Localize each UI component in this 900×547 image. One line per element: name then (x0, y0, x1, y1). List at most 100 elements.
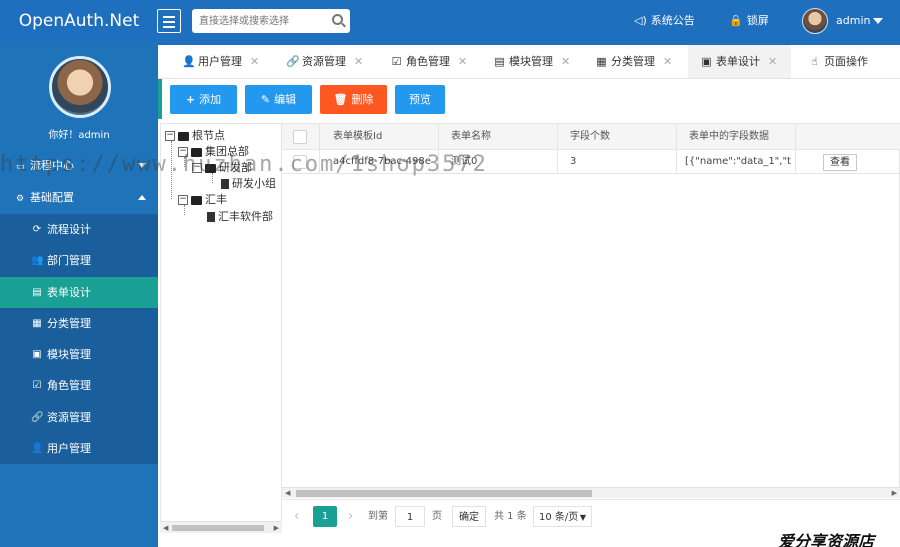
sidebar-item-label: 资源管理 (47, 410, 91, 424)
table-horizontal-scrollbar[interactable]: ◀ ▶ (282, 487, 900, 498)
search-box[interactable] (192, 9, 350, 33)
tab-label: 分类管理 (611, 55, 655, 68)
hand-pointer-icon: ☝ (811, 55, 818, 68)
tree-node-hsbc[interactable]: − 汇丰 (178, 192, 227, 208)
tab-label: 表单设计 (716, 55, 760, 68)
column-header-form-name[interactable]: 表单名称 (439, 124, 558, 150)
scroll-left-icon[interactable]: ◀ (163, 524, 168, 532)
user-icon: 👤 (31, 443, 44, 455)
sidebar-group-basic-config[interactable]: ⚙ 基础配置 (0, 182, 158, 214)
sidebar-item-modules[interactable]: ▣ 模块管理 (0, 339, 158, 370)
tree-node-label: 研发部 (219, 161, 252, 174)
scroll-left-icon[interactable]: ◀ (285, 489, 290, 497)
tab-form-design[interactable]: ▣ 表单设计 ✕ (688, 45, 792, 78)
collapse-toggle[interactable]: − (178, 195, 188, 205)
column-header-field-count[interactable]: 字段个数 (558, 124, 677, 150)
pencil-icon: ✎ (260, 93, 271, 106)
edit-button[interactable]: ✎ 编辑 (245, 85, 312, 114)
tab-roles[interactable]: ☑ 角色管理 ✕ (390, 45, 468, 78)
confirm-page-button[interactable]: 确定 (452, 506, 486, 527)
toolbar: + 添加 ✎ 编辑 🗑 删除 预览 (158, 79, 900, 119)
add-button[interactable]: + 添加 (170, 85, 237, 114)
sidebar-item-flow-design[interactable]: ⟳ 流程设计 (0, 214, 158, 245)
scroll-right-icon[interactable]: ▶ (892, 489, 897, 497)
notice-button[interactable]: ◁) 系统公告 (634, 0, 695, 42)
sidebar-item-roles[interactable]: ☑ 角色管理 (0, 370, 158, 401)
scrollbar-thumb[interactable] (296, 490, 592, 497)
tree-node-rd[interactable]: − 研发部 (192, 160, 252, 176)
sidebar-group-flow-center[interactable]: ▭ 流程中心 (0, 150, 158, 182)
trash-icon: 🗑 (333, 93, 348, 106)
close-icon[interactable]: ✕ (354, 55, 363, 68)
tab-label: 用户管理 (198, 55, 242, 68)
user-avatar[interactable] (802, 8, 828, 34)
plus-icon: + (185, 93, 196, 106)
sidebar-item-resources[interactable]: 🔗 资源管理 (0, 402, 158, 433)
sidebar-item-users[interactable]: 👤 用户管理 (0, 433, 158, 464)
greeting-text: 你好！admin (48, 130, 110, 141)
cube-icon: ▤ (494, 55, 505, 68)
close-icon[interactable]: ✕ (458, 55, 467, 68)
goto-label: 到第 (368, 511, 388, 522)
close-icon[interactable]: ✕ (250, 55, 259, 68)
row-checkbox[interactable] (293, 155, 307, 169)
tree-node-label: 汇丰 (205, 193, 227, 206)
tree-node-rd-team[interactable]: 研发小组 (221, 176, 276, 192)
tab-users[interactable]: 👤 用户管理 ✕ (182, 45, 259, 78)
file-icon (207, 212, 215, 222)
tab-label: 资源管理 (302, 55, 346, 68)
user-name[interactable]: admin (836, 0, 870, 42)
menu-toggle-button[interactable] (157, 9, 181, 33)
column-header-field-data[interactable]: 表单中的字段数据 (677, 124, 796, 150)
scroll-right-icon[interactable]: ▶ (274, 524, 279, 532)
search-icon[interactable] (332, 14, 343, 25)
tree-node-hsbc-software[interactable]: 汇丰软件部 (207, 209, 273, 225)
search-input[interactable] (199, 10, 329, 32)
prev-page-icon[interactable]: ‹ (294, 506, 299, 527)
select-all-checkbox[interactable] (293, 130, 307, 144)
close-icon[interactable]: ✕ (561, 55, 570, 68)
sidebar-item-label: 用户管理 (47, 442, 91, 456)
tab-modules[interactable]: ▤ 模块管理 ✕ (493, 45, 570, 78)
next-page-icon[interactable]: › (348, 506, 353, 527)
scrollbar-thumb[interactable] (172, 525, 264, 531)
tree-horizontal-scrollbar[interactable]: ◀ ▶ (160, 521, 282, 533)
tab-categories[interactable]: ▦ 分类管理 ✕ (595, 45, 672, 78)
sidebar-item-categories[interactable]: ▦ 分类管理 (0, 308, 158, 339)
tree-node-group-hq[interactable]: − 集团总部 (178, 144, 249, 160)
tab-page-actions[interactable]: ☝ 页面操作 (808, 45, 868, 78)
page-number-input[interactable]: 1 (395, 506, 425, 527)
folder-open-icon (178, 131, 189, 141)
chevron-down-icon[interactable] (873, 18, 883, 24)
preview-button[interactable]: 预览 (395, 85, 445, 114)
speaker-icon: ◁) (634, 14, 647, 27)
tab-label: 角色管理 (406, 55, 450, 68)
collapse-toggle[interactable]: − (192, 163, 202, 173)
sidebar-item-form-design[interactable]: ▤ 表单设计 (0, 276, 158, 308)
total-count: 共 1 条 (494, 511, 527, 522)
collapse-toggle[interactable]: − (165, 131, 175, 141)
tree-node-root[interactable]: − 根节点 (165, 128, 225, 144)
tree-node-label: 研发小组 (232, 177, 276, 190)
avatar (49, 56, 111, 118)
delete-button[interactable]: 🗑 删除 (320, 85, 387, 114)
gear-icon: ⚙ (16, 194, 25, 204)
org-tree: − 根节点 − 集团总部 − 研发部 研发小组 − 汇丰 汇丰软件部 (160, 123, 282, 533)
table-row[interactable]: a4cffdf8-7bac-498e 测试0 3 [{"name":"data_… (282, 150, 900, 174)
view-button[interactable]: 查看 (823, 154, 857, 171)
current-page[interactable]: 1 (313, 506, 337, 527)
app-logo[interactable]: OpenAuth.Net (0, 0, 158, 42)
tab-resources[interactable]: 🔗 资源管理 ✕ (286, 45, 363, 78)
collapse-toggle[interactable]: − (178, 147, 188, 157)
lock-icon: 🔒 (729, 14, 743, 27)
page-size-select[interactable]: 10 条/页 ▼ (533, 506, 592, 527)
cell-template-id: a4cffdf8-7bac-498e (320, 150, 439, 174)
close-icon[interactable]: ✕ (663, 55, 672, 68)
calendar-icon: ▦ (596, 55, 607, 68)
sidebar-item-label: 流程设计 (47, 223, 91, 236)
file-icon (221, 179, 229, 189)
sidebar-item-departments[interactable]: 👥 部门管理 (0, 245, 158, 276)
lock-screen-button[interactable]: 🔒 锁屏 (729, 0, 769, 42)
close-icon[interactable]: ✕ (768, 55, 777, 68)
column-header-template-id[interactable]: 表单模板Id (320, 124, 439, 150)
